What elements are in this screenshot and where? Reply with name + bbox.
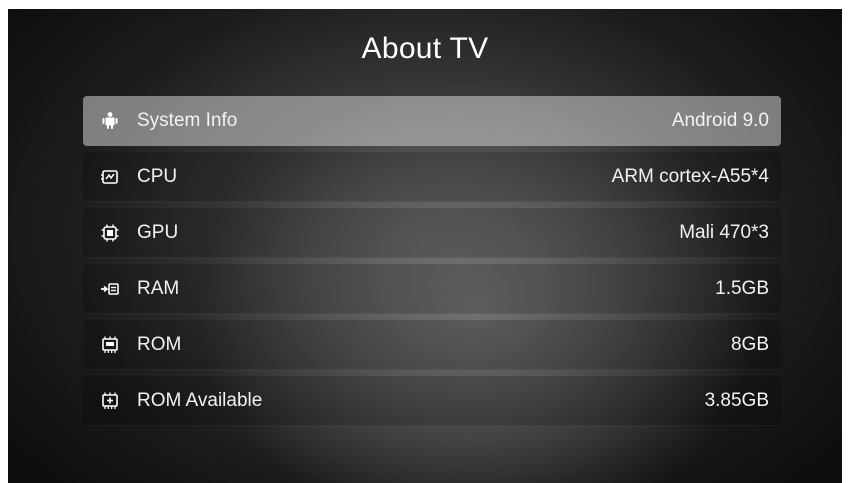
row-ram[interactable]: RAM 1.5GB [83, 264, 781, 314]
row-gpu[interactable]: GPU Mali 470*3 [83, 208, 781, 258]
row-value: 1.5GB [715, 278, 769, 299]
gpu-chip-icon [99, 222, 121, 244]
about-list: System Info Android 9.0 CPU ARM cortex-A… [83, 96, 781, 432]
android-icon [99, 110, 121, 132]
row-label: GPU [137, 222, 179, 243]
page-title: About TV [361, 32, 489, 65]
row-value: 3.85GB [704, 390, 769, 411]
row-value: 8GB [730, 334, 769, 355]
row-value: Android 9.0 [671, 110, 769, 131]
rom-icon [99, 334, 121, 356]
ram-icon [99, 278, 121, 300]
row-rom-available[interactable]: ROM Available 3.85GB [83, 376, 781, 426]
row-value: ARM cortex-A55*4 [611, 166, 769, 187]
row-label: System Info [137, 110, 238, 131]
row-label: CPU [137, 166, 178, 187]
rom-available-icon [99, 390, 121, 412]
tv-screen: About TV System Info Android 9.0 CPU ARM… [8, 9, 842, 483]
cpu-icon [99, 166, 121, 188]
row-value: Mali 470*3 [679, 222, 769, 243]
row-label: ROM [137, 334, 182, 355]
row-label: ROM Available [137, 390, 263, 411]
row-cpu[interactable]: CPU ARM cortex-A55*4 [83, 152, 781, 202]
row-system-info[interactable]: System Info Android 9.0 [83, 96, 781, 146]
row-label: RAM [137, 278, 180, 299]
row-rom[interactable]: ROM 8GB [83, 320, 781, 370]
